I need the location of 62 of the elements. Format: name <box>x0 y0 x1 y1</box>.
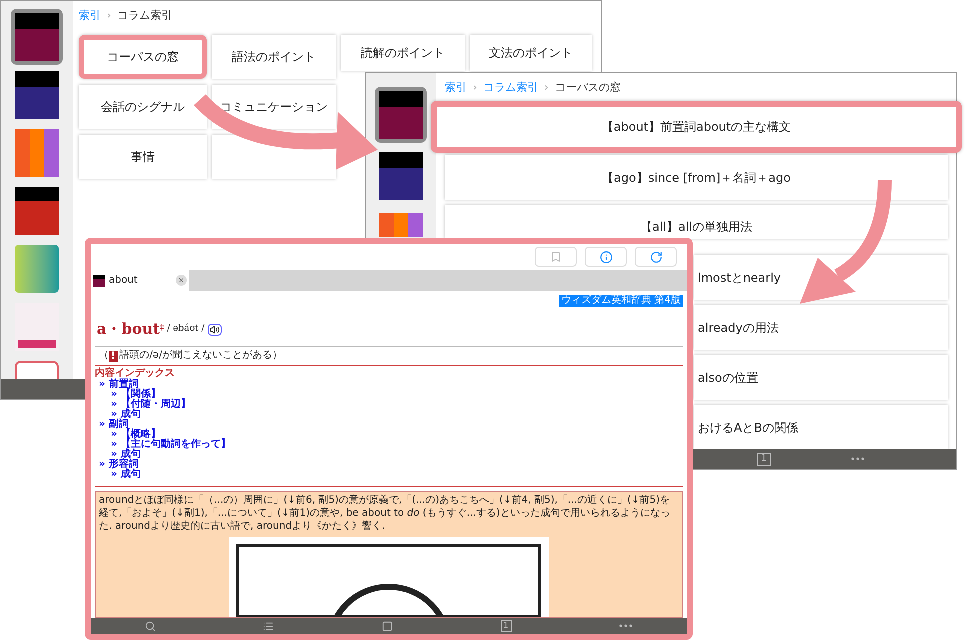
index-link[interactable]: » 前置詞 <box>99 380 683 390</box>
column-row[interactable]: alreadyの用法 <box>694 305 948 350</box>
book-cover-icon <box>379 152 423 200</box>
refresh-icon <box>650 250 662 264</box>
note-text: 語頭の/ə/が聞こえないことがある） <box>120 349 282 363</box>
column-tile[interactable]: 事情 <box>79 135 207 179</box>
index-link[interactable]: » 副詞 <box>99 420 683 430</box>
index-link[interactable]: » 成句 <box>99 470 683 480</box>
index-link[interactable]: » 成句 <box>99 410 683 420</box>
pronunciation: / əbáʊt / <box>167 322 205 336</box>
tab-label: about <box>109 274 139 288</box>
source-badge: ウィズダム英和辞典 第4版 <box>559 295 683 307</box>
book-cover-icon <box>15 245 59 293</box>
index-link[interactable]: » 形容詞 <box>99 460 683 470</box>
column-tile[interactable]: 語法のポイント <box>212 35 336 79</box>
index-link[interactable]: » 成句 <box>99 450 683 460</box>
book-cover-icon <box>15 187 59 235</box>
book-item[interactable] <box>11 9 63 65</box>
more-icon[interactable] <box>619 624 634 628</box>
book-cover-icon <box>15 129 59 177</box>
book-cover-icon <box>15 303 59 351</box>
column-tile[interactable]: 文法のポイント <box>470 35 592 71</box>
column-row[interactable]: 【about】前置詞aboutの主な構文 <box>431 101 962 153</box>
book-cover-icon <box>379 91 423 139</box>
index-link[interactable]: » 【主に句動詞を作って】 <box>99 440 683 450</box>
breadcrumb-separator: › <box>544 81 549 95</box>
list-icon[interactable] <box>263 620 274 632</box>
column-row[interactable]: おけるAとBの関係 <box>694 405 948 450</box>
toolbar-button[interactable] <box>635 247 677 267</box>
index-title: 内容インデックス <box>95 367 176 379</box>
info-icon <box>600 250 612 264</box>
book-cover-icon <box>15 71 59 119</box>
toolbar-button[interactable] <box>535 247 577 267</box>
index-link[interactable]: » 【関係】 <box>99 390 683 400</box>
column-row[interactable]: 【ago】since [from]＋名詞＋ago <box>445 155 948 200</box>
breadcrumb-separator: › <box>107 9 112 23</box>
note-bracket: （ <box>99 349 109 363</box>
column-tile[interactable]: コーパスの窓 <box>79 35 207 79</box>
book-cover-icon <box>15 13 59 61</box>
column-row[interactable]: 【all】allの単独用法 <box>445 205 948 239</box>
more-icon[interactable] <box>850 457 865 461</box>
entry-tab[interactable]: about <box>91 270 189 291</box>
index-link[interactable]: » 【概略】 <box>99 430 683 440</box>
book-item[interactable] <box>375 87 427 143</box>
tab-count[interactable]: 1 <box>757 452 771 466</box>
audio-button[interactable] <box>208 324 222 336</box>
bookmark-icon <box>550 251 562 263</box>
breadcrumb-separator: › <box>473 81 478 95</box>
etymology-text: aroundとほぼ同様に「（...の）周囲に」(↓前6, 副5)の意が原義で,「(...の)あちこちへ」(↓前4, 副5),「...の近くに」(↓前5)を経て,「およそ」(↓副1),「...について」(↓前1)の意や, be about to do (もうすぐ...する)といった成句で用いられるようになった. aroundより歴史的に古い語で, aroundより《かたく》響く. <box>99 494 672 533</box>
headword: a・bout$^{‡}$ <box>97 319 164 340</box>
column-tile[interactable]: 読解のポイント <box>341 35 465 71</box>
book-cover-icon <box>93 274 105 286</box>
index-link[interactable]: » 【付随・周辺】 <box>99 400 683 410</box>
search-icon[interactable] <box>144 620 156 632</box>
column-row[interactable]: alsoの位置 <box>694 355 948 400</box>
note-mark: ! <box>109 350 118 362</box>
tab-count[interactable]: 1 <box>500 620 512 632</box>
square-icon[interactable] <box>382 620 393 632</box>
toolbar-button[interactable] <box>585 247 627 267</box>
book-cover-icon <box>379 213 423 237</box>
column-tile[interactable]: 会話のシグナル <box>79 85 207 129</box>
close-icon[interactable] <box>176 275 187 286</box>
